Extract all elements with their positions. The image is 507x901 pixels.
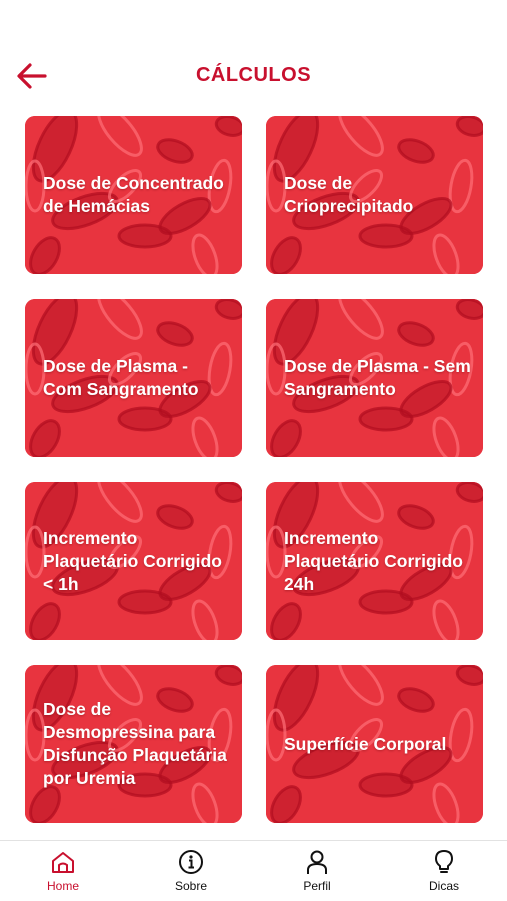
tab-label: Home bbox=[46, 879, 79, 893]
card-incremento-plaquetario-24h[interactable]: Incremento Plaquetário Corrigido 24h bbox=[266, 482, 483, 640]
card-label: Dose de Desmopressina para Disfunção Pla… bbox=[43, 699, 227, 788]
card-dose-plasma-sem-sangramento[interactable]: Dose de Plasma - Sem Sangramento bbox=[266, 299, 483, 457]
bottom-tab-bar: Home Sobre Perfil Dicas bbox=[0, 840, 507, 901]
lightbulb-icon bbox=[435, 850, 453, 873]
card-dose-desmopressina[interactable]: Dose de Desmopressina para Disfunção Pla… bbox=[25, 665, 242, 823]
info-icon bbox=[179, 850, 203, 874]
card-incremento-plaquetario-1h[interactable]: Incremento Plaquetário Corrigido < 1h bbox=[25, 482, 242, 640]
user-icon bbox=[307, 850, 327, 874]
tab-label: Sobre bbox=[174, 879, 208, 893]
home-icon bbox=[52, 852, 74, 873]
card-dose-concentrado-hemacias[interactable]: Dose de Concentrado de Hemácias bbox=[25, 116, 242, 274]
card-label: Dose de Plasma - Sem Sangramento bbox=[284, 356, 471, 399]
card-dose-plasma-com-sangramento[interactable]: Dose de Plasma - Com Sangramento bbox=[25, 299, 242, 457]
card-label: Dose de Concentrado de Hemácias bbox=[43, 173, 224, 216]
card-label: Incremento Plaquetário Corrigido 24h bbox=[284, 527, 463, 594]
tab-perfil[interactable]: Perfil bbox=[272, 849, 362, 897]
card-label: Superfície Corporal bbox=[284, 733, 447, 754]
calculations-grid: Dose de Concentrado de Hemácias Dose de … bbox=[0, 0, 507, 840]
card-dose-crioprecipitado[interactable]: Dose de Crioprecipitado bbox=[266, 116, 483, 274]
card-label: Dose de Plasma - Com Sangramento bbox=[43, 356, 199, 399]
card-label: Dose de Crioprecipitado bbox=[284, 173, 414, 216]
tab-sobre[interactable]: Sobre bbox=[146, 849, 236, 897]
tab-home[interactable]: Home bbox=[18, 849, 108, 897]
tab-label: Dicas bbox=[428, 879, 459, 893]
card-label: Incremento Plaquetário Corrigido < 1h bbox=[43, 527, 222, 594]
card-superficie-corporal[interactable]: Superfície Corporal bbox=[266, 665, 483, 823]
tab-label: Perfil bbox=[303, 879, 331, 893]
tab-dicas[interactable]: Dicas bbox=[399, 849, 489, 897]
